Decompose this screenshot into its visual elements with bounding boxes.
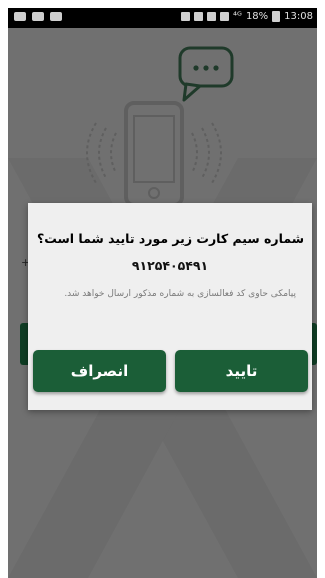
signal-icon	[220, 12, 230, 21]
battery-icon	[272, 11, 281, 22]
video-icon	[14, 12, 26, 21]
video-icon	[32, 12, 44, 21]
battery-percent: 18%	[245, 11, 269, 22]
chat-bubble-icon	[178, 46, 234, 102]
status-bar: ⁴ᴳ 18% 13:08	[8, 8, 317, 28]
gear-icon	[194, 12, 204, 21]
cancel-button[interactable]: انصراف	[33, 350, 166, 392]
confirm-number-dialog: شماره سیم کارت زیر مورد تایید شما است؟ ۹…	[28, 203, 312, 410]
notification-icons	[14, 12, 62, 21]
phone-icon	[124, 101, 184, 207]
phone-number: ۹۱۲۵۴۰۵۴۹۱	[131, 258, 209, 273]
cast-icon	[181, 12, 191, 21]
nfc-icon	[207, 12, 217, 21]
network-type: ⁴ᴳ	[233, 11, 242, 22]
dialog-message: پیامکی حاوی کد فعالسازی به شماره مذکور ا…	[64, 289, 296, 299]
message-icon	[50, 12, 62, 21]
confirm-button[interactable]: تایید	[175, 350, 308, 392]
clock: 13:08	[284, 11, 313, 22]
system-icons: ⁴ᴳ 18% 13:08	[181, 11, 313, 22]
app-screen: ⁴ᴳ 18% 13:08 + شماره سیم کارت زیر مورد ت…	[8, 8, 317, 578]
vibration-waves	[86, 122, 222, 184]
dialog-title: شماره سیم کارت زیر مورد تایید شما است؟	[36, 231, 304, 246]
